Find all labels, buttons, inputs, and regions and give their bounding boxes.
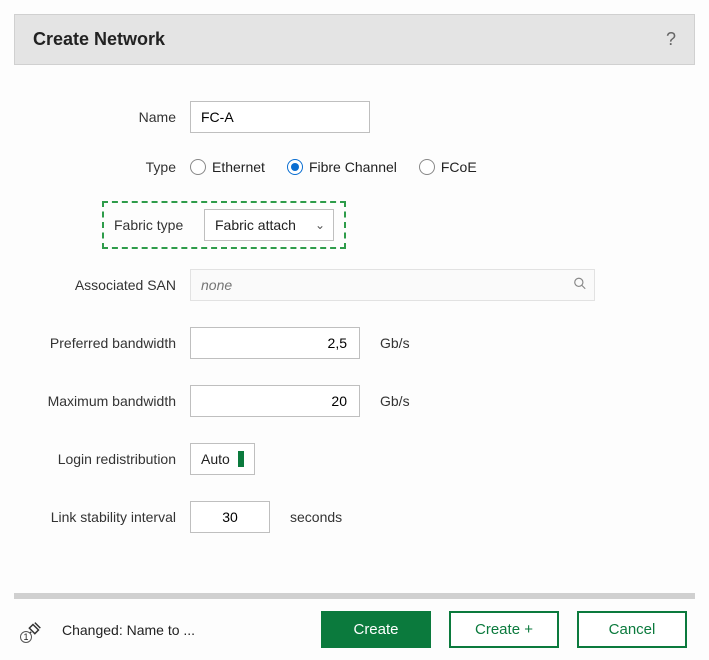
link-stability-interval-input[interactable]	[190, 501, 270, 533]
dialog-title: Create Network	[33, 29, 165, 50]
login-redistribution-value: Auto	[201, 451, 230, 467]
radio-circle-icon	[419, 159, 435, 175]
radio-fibre-channel-label: Fibre Channel	[309, 159, 397, 175]
maximum-bandwidth-input[interactable]	[190, 385, 360, 417]
indicator-bar-icon	[238, 451, 244, 467]
name-input[interactable]	[190, 101, 370, 133]
preferred-bandwidth-unit: Gb/s	[380, 335, 410, 351]
maximum-bandwidth-label: Maximum bandwidth	[40, 393, 190, 409]
type-radio-group: Ethernet Fibre Channel FCoE	[190, 159, 477, 175]
row-maximum-bandwidth: Maximum bandwidth Gb/s	[40, 385, 669, 417]
radio-circle-icon	[287, 159, 303, 175]
pin-icon[interactable]: 1	[22, 619, 44, 641]
radio-fcoe-label: FCoE	[441, 159, 477, 175]
row-name: Name	[40, 101, 669, 133]
row-fabric-type-highlight: Fabric type Fabric attach ⌄	[102, 201, 346, 249]
type-label: Type	[40, 159, 190, 175]
preferred-bandwidth-input[interactable]	[190, 327, 360, 359]
pin-badge: 1	[20, 631, 32, 643]
footer-bar: 1 Changed: Name to ... Create Create + C…	[0, 599, 709, 660]
radio-ethernet[interactable]: Ethernet	[190, 159, 265, 175]
fabric-type-select[interactable]: Fabric attach ⌄	[204, 209, 334, 241]
help-icon[interactable]: ?	[666, 29, 676, 50]
row-login-redistribution: Login redistribution Auto	[40, 443, 669, 475]
associated-san-input[interactable]	[190, 269, 595, 301]
radio-circle-icon	[190, 159, 206, 175]
login-redistribution-label: Login redistribution	[40, 451, 190, 467]
status-text: Changed: Name to ...	[62, 622, 303, 638]
row-preferred-bandwidth: Preferred bandwidth Gb/s	[40, 327, 669, 359]
row-type: Type Ethernet Fibre Channel FCoE	[40, 159, 669, 175]
name-label: Name	[40, 109, 190, 125]
associated-san-label: Associated SAN	[40, 277, 190, 293]
fabric-type-value: Fabric attach	[215, 217, 296, 233]
row-associated-san: Associated SAN	[40, 269, 669, 301]
radio-fcoe[interactable]: FCoE	[419, 159, 477, 175]
maximum-bandwidth-unit: Gb/s	[380, 393, 410, 409]
fabric-type-label: Fabric type	[114, 217, 204, 233]
radio-fibre-channel[interactable]: Fibre Channel	[287, 159, 397, 175]
link-stability-interval-label: Link stability interval	[40, 509, 190, 525]
radio-ethernet-label: Ethernet	[212, 159, 265, 175]
dialog-header: Create Network ?	[14, 14, 695, 65]
search-icon[interactable]	[573, 277, 587, 294]
link-stability-interval-unit: seconds	[290, 509, 342, 525]
chevron-down-icon: ⌄	[315, 218, 325, 232]
login-redistribution-select[interactable]: Auto	[190, 443, 255, 475]
form-body: Name Type Ethernet Fibre Channel FCoE	[0, 65, 709, 553]
preferred-bandwidth-label: Preferred bandwidth	[40, 335, 190, 351]
row-link-stability-interval: Link stability interval seconds	[40, 501, 669, 533]
